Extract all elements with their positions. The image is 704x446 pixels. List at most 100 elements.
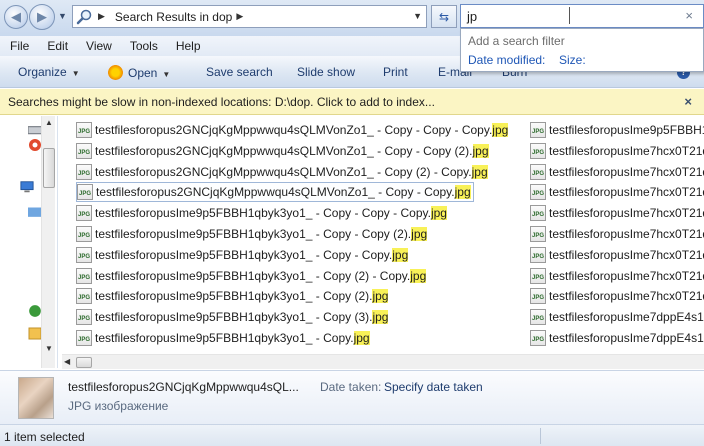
folder-icon[interactable] (28, 204, 42, 218)
file-item[interactable]: JPG testfilesforopusIme9p5FBBH1qbyk3yo1_ … (76, 203, 447, 223)
scroll-up-icon[interactable]: ▲ (42, 116, 56, 130)
file-name: testfilesforopus2GNCjqKgMppwwqu4sQLMVonZ… (96, 185, 471, 200)
file-item[interactable]: JPG testfilesforopus2GNCjqKgMppwwqu4sQLMV… (76, 162, 488, 182)
index-warning-text[interactable]: Searches might be slow in non-indexed lo… (8, 95, 435, 109)
file-item[interactable]: JPG testfilesforopusIme7hcx0T21q (530, 266, 704, 286)
drive-icon[interactable] (28, 122, 42, 136)
save-search-button[interactable]: Save search (206, 65, 273, 79)
menu-edit[interactable]: Edit (37, 39, 76, 53)
index-warning-bar[interactable]: Searches might be slow in non-indexed lo… (0, 89, 704, 115)
scroll-down-icon[interactable]: ▼ (42, 342, 56, 356)
library-folder-icon[interactable] (28, 326, 42, 340)
search-box[interactable]: jp × (460, 4, 704, 28)
scroll-thumb[interactable] (43, 148, 55, 188)
file-name-text: testfilesforopus2GNCjqKgMppwwqu4sQLMVonZ… (95, 164, 472, 179)
file-name: testfilesforopus2GNCjqKgMppwwqu4sQLMVonZ… (95, 123, 509, 137)
file-item[interactable]: JPG testfilesforopusIme7hcx0T21q (530, 224, 704, 244)
jpg-file-icon: JPG (530, 142, 546, 159)
file-item[interactable]: JPG testfilesforopusIme9p5FBBH1qbyk3yo1_ … (76, 286, 389, 306)
menu-tools[interactable]: Tools (120, 39, 166, 53)
file-item[interactable]: JPG testfilesforopusIme9p5FBBH1qbyk3yo1_ … (76, 245, 409, 265)
slide-show-button[interactable]: Slide show (297, 65, 355, 79)
jpg-file-icon: JPG (530, 184, 546, 201)
file-item[interactable]: JPG testfilesforopusIme7hcx0T21q (530, 286, 704, 306)
file-name-text: testfilesforopus2GNCjqKgMppwwqu4sQLMVonZ… (95, 123, 493, 137)
file-name: testfilesforopusIme9p5FBBH1qbyk3yo1_ - C… (95, 289, 389, 304)
back-arrow-icon: ◀ (11, 9, 21, 24)
file-item[interactable]: JPG testfilesforopusIme9p5FBBH1qbyk3yo1_ … (76, 224, 428, 244)
file-name: testfilesforopusIme9p5FBBH1 (549, 123, 704, 137)
file-name: testfilesforopusIme9p5FBBH1qbyk3yo1_ - C… (95, 247, 409, 262)
file-name: testfilesforopusIme7hcx0T21q (549, 206, 704, 221)
back-button[interactable]: ◀ (4, 5, 28, 29)
file-item[interactable]: JPG testfilesforopusIme7hcx0T21q (530, 162, 704, 182)
breadcrumb-separator-icon[interactable]: ▶ (98, 11, 105, 22)
file-item[interactable]: JPG testfilesforopus2GNCjqKgMppwwqu4sQLMV… (76, 141, 489, 161)
file-item[interactable]: JPG testfilesforopusIme9p5FBBH1qbyk3yo1_ … (76, 328, 370, 348)
file-name-text: testfilesforopusIme9p5FBBH1qbyk3yo1_ - C… (95, 289, 373, 304)
open-button[interactable]: Open ▼ (108, 65, 170, 80)
file-name-text: testfilesforopusIme9p5FBBH1qbyk3yo1_ - C… (95, 331, 354, 345)
refresh-button[interactable]: ⇆ (431, 5, 457, 28)
chevron-down-icon: ▼ (71, 69, 80, 78)
search-input[interactable]: jp (467, 9, 477, 24)
file-list-horizontal-scrollbar[interactable]: ◀ (62, 354, 704, 369)
status-bar: 1 item selected (0, 424, 704, 446)
menu-file[interactable]: File (0, 39, 37, 53)
file-item[interactable]: JPG testfilesforopus2GNCjqKgMppwwqu4sQLMV… (76, 120, 509, 140)
menu-help[interactable]: Help (166, 39, 209, 53)
clear-search-icon[interactable]: × (685, 8, 693, 23)
file-item[interactable]: JPG testfilesforopusIme9p5FBBH1 (530, 120, 704, 140)
file-item[interactable]: JPG testfilesforopusIme7hcx0T21q (530, 245, 704, 265)
search-match-highlight: jpg (492, 123, 509, 137)
date-taken-value[interactable]: Specify date taken (384, 380, 483, 394)
search-match-highlight: jpg (392, 247, 409, 262)
file-name-text: testfilesforopusIme9p5FBBH1qbyk3yo1_ - C… (95, 206, 431, 221)
file-name: testfilesforopusIme7hcx0T21q (549, 289, 704, 304)
file-item[interactable]: JPG testfilesforopusIme9p5FBBH1qbyk3yo1_ … (76, 307, 389, 327)
file-item[interactable]: JPG testfilesforopusIme7hcx0T21q (530, 141, 704, 161)
file-name: testfilesforopusIme7hcx0T21q (549, 227, 704, 241)
selection-count: 1 item selected (4, 430, 85, 444)
size-filter[interactable]: Size: (559, 53, 586, 67)
file-name: testfilesforopusIme7dppE4s1q (549, 331, 704, 345)
file-list: JPG testfilesforopus2GNCjqKgMppwwqu4sQLMV… (62, 116, 704, 352)
address-field[interactable]: ▶ Search Results in dop ▶ ▼ (72, 5, 427, 28)
network-icon[interactable] (28, 304, 42, 318)
recent-pages-dropdown-icon[interactable]: ▼ (58, 11, 67, 21)
file-name: testfilesforopus2GNCjqKgMppwwqu4sQLMVonZ… (95, 143, 489, 158)
jpg-file-icon: JPG (530, 122, 546, 138)
organize-button[interactable]: Organize ▼ (18, 65, 80, 79)
file-item[interactable]: JPG testfilesforopusIme7dppE4s1q (530, 307, 704, 327)
search-match-highlight: jpg (410, 268, 427, 283)
file-item[interactable]: JPG testfilesforopusIme9p5FBBH1qbyk3yo1_ … (76, 266, 427, 286)
file-name-text: testfilesforopusIme9p5FBBH1qbyk3yo1_ - C… (95, 247, 393, 262)
print-button[interactable]: Print (383, 65, 408, 79)
close-icon[interactable]: × (684, 94, 692, 109)
file-item[interactable]: JPG testfilesforopusIme7dppE4s1q (530, 328, 704, 348)
scroll-thumb[interactable] (76, 357, 92, 368)
open-with-icon (108, 65, 123, 80)
computer-icon[interactable] (20, 180, 34, 194)
search-match-highlight: jpg (411, 227, 428, 241)
media-icon[interactable] (28, 138, 42, 152)
breadcrumb-separator-icon[interactable]: ▶ (236, 11, 243, 22)
text-cursor (569, 7, 570, 24)
jpg-file-icon: JPG (76, 267, 92, 284)
file-item[interactable]: JPG testfilesforopusIme7hcx0T21q (530, 203, 704, 223)
file-name: testfilesforopusIme9p5FBBH1qbyk3yo1_ - C… (95, 206, 447, 221)
navigation-pane-scrollbar[interactable]: ▲ ▼ (41, 116, 55, 368)
scroll-left-icon[interactable]: ◀ (64, 357, 70, 366)
jpg-file-icon: JPG (530, 163, 546, 180)
file-item[interactable]: JPG testfilesforopus2GNCjqKgMppwwqu4sQLMV… (76, 182, 474, 203)
file-name: testfilesforopusIme7hcx0T21q (549, 185, 704, 200)
address-history-dropdown-icon[interactable]: ▼ (413, 11, 422, 21)
date-modified-filter[interactable]: Date modified: (468, 53, 545, 67)
menu-view[interactable]: View (76, 39, 120, 53)
file-name-text: testfilesforopusIme9p5FBBH1qbyk3yo1_ - C… (95, 268, 411, 283)
file-item[interactable]: JPG testfilesforopusIme7hcx0T21q (530, 182, 704, 202)
breadcrumb-search-results[interactable]: Search Results in dop (115, 10, 232, 24)
forward-button[interactable]: ▶ (29, 4, 55, 30)
file-name-text: testfilesforopusIme9p5FBBH1qbyk3yo1_ - C… (95, 227, 412, 241)
jpg-file-icon: JPG (76, 163, 92, 180)
